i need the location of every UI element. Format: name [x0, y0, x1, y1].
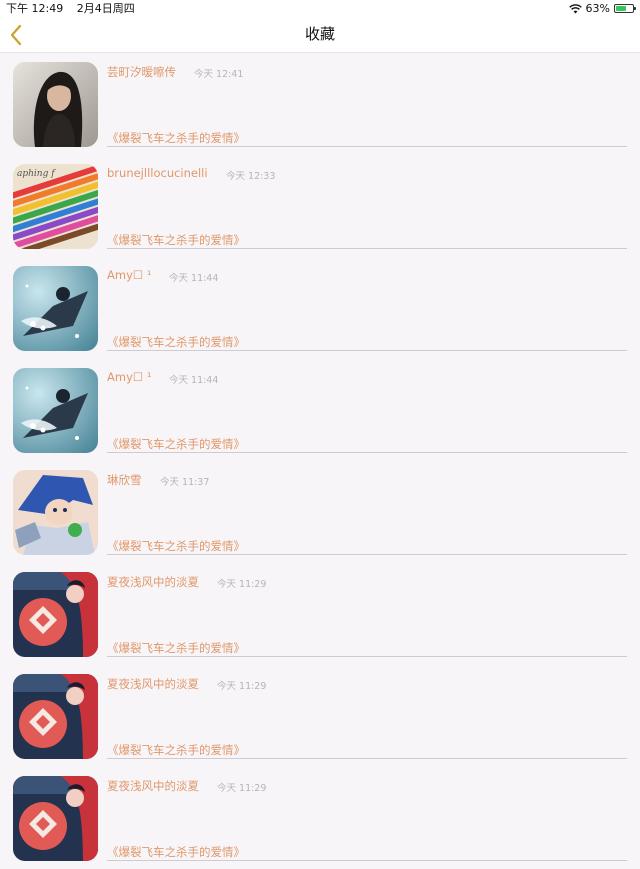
colored-pencils-avatar[interactable]: aphing f	[13, 164, 98, 249]
portrait-photo-avatar[interactable]	[13, 62, 98, 147]
divider	[107, 554, 627, 555]
timestamp: 今天 11:44	[169, 273, 219, 284]
timestamp: 今天 11:44	[169, 375, 219, 386]
favorite-message[interactable]: 《爆裂飞车之杀手的爱情》	[107, 130, 245, 146]
username[interactable]: 琳欣雪	[107, 472, 142, 488]
anime-teal-avatar[interactable]	[13, 368, 98, 453]
battery-icon	[614, 4, 636, 13]
battery-level-fill	[616, 6, 627, 11]
favorite-item-8[interactable]: 夏夜浅风中的淡夏 今天 11:29 《爆裂飞车之杀手的爱情》	[0, 767, 640, 869]
username[interactable]: Amy☐ ¹	[107, 268, 151, 282]
timestamp: 今天 11:29	[217, 783, 267, 794]
svg-text:aphing f: aphing f	[17, 169, 56, 179]
timestamp: 今天 12:33	[226, 171, 276, 182]
navigation-bar: 收藏	[0, 17, 640, 53]
username[interactable]: brunejlllocucinelli	[107, 166, 208, 180]
favorite-message[interactable]: 《爆裂飞车之杀手的爱情》	[107, 640, 245, 656]
status-right: 63%	[568, 0, 636, 17]
battery-percentage: 63%	[585, 2, 610, 15]
status-date: 2月4日周四	[76, 2, 135, 15]
anime-red-emblem-avatar[interactable]	[13, 572, 98, 657]
timestamp: 今天 12:41	[194, 69, 244, 80]
favorite-message[interactable]: 《爆裂飞车之杀手的爱情》	[107, 436, 245, 452]
username[interactable]: 夏夜浅风中的淡夏	[107, 778, 199, 794]
username[interactable]: 夏夜浅风中的淡夏	[107, 676, 199, 692]
timestamp: 今天 11:29	[217, 681, 267, 692]
favorites-list: 芸町汐暧嚓传 今天 12:41 《爆裂飞车之杀手的爱情》 aphing f br…	[0, 53, 640, 869]
username[interactable]: Amy☐ ¹	[107, 370, 151, 384]
divider	[107, 248, 627, 249]
divider	[107, 350, 627, 351]
favorite-message[interactable]: 《爆裂飞车之杀手的爱情》	[107, 538, 245, 554]
username[interactable]: 芸町汐暧嚓传	[107, 64, 176, 80]
favorite-item-5[interactable]: 琳欣雪 今天 11:37 《爆裂飞车之杀手的爱情》	[0, 461, 640, 563]
favorite-item-1[interactable]: 芸町汐暧嚓传 今天 12:41 《爆裂飞车之杀手的爱情》	[0, 53, 640, 155]
favorite-item-2[interactable]: aphing f brunejlllocucinelli 今天 12:33 《爆…	[0, 155, 640, 257]
favorite-message[interactable]: 《爆裂飞车之杀手的爱情》	[107, 844, 245, 860]
favorite-item-6[interactable]: 夏夜浅风中的淡夏 今天 11:29 《爆裂飞车之杀手的爱情》	[0, 563, 640, 665]
favorite-message[interactable]: 《爆裂飞车之杀手的爱情》	[107, 742, 245, 758]
username[interactable]: 夏夜浅风中的淡夏	[107, 574, 199, 590]
timestamp: 今天 11:29	[217, 579, 267, 590]
wifi-icon	[568, 3, 582, 13]
favorite-message[interactable]: 《爆裂飞车之杀手的爱情》	[107, 334, 245, 350]
divider	[107, 656, 627, 657]
timestamp: 今天 11:37	[160, 477, 210, 488]
divider	[107, 146, 627, 147]
divider	[107, 452, 627, 453]
anime-blue-hair-avatar[interactable]	[13, 470, 98, 555]
divider	[107, 860, 627, 861]
status-bar: 下午 12:49 2月4日周四 63%	[0, 0, 640, 17]
page-title: 收藏	[304, 25, 335, 43]
favorite-item-7[interactable]: 夏夜浅风中的淡夏 今天 11:29 《爆裂飞车之杀手的爱情》	[0, 665, 640, 767]
status-time: 下午 12:49	[6, 2, 64, 15]
divider	[107, 758, 627, 759]
anime-red-emblem-avatar[interactable]	[13, 674, 98, 759]
anime-red-emblem-avatar[interactable]	[13, 776, 98, 861]
status-left: 下午 12:49 2月4日周四	[6, 0, 145, 17]
favorite-message[interactable]: 《爆裂飞车之杀手的爱情》	[107, 232, 245, 248]
favorite-item-3[interactable]: Amy☐ ¹ 今天 11:44 《爆裂飞车之杀手的爱情》	[0, 257, 640, 359]
favorite-item-4[interactable]: Amy☐ ¹ 今天 11:44 《爆裂飞车之杀手的爱情》	[0, 359, 640, 461]
anime-teal-avatar[interactable]	[13, 266, 98, 351]
